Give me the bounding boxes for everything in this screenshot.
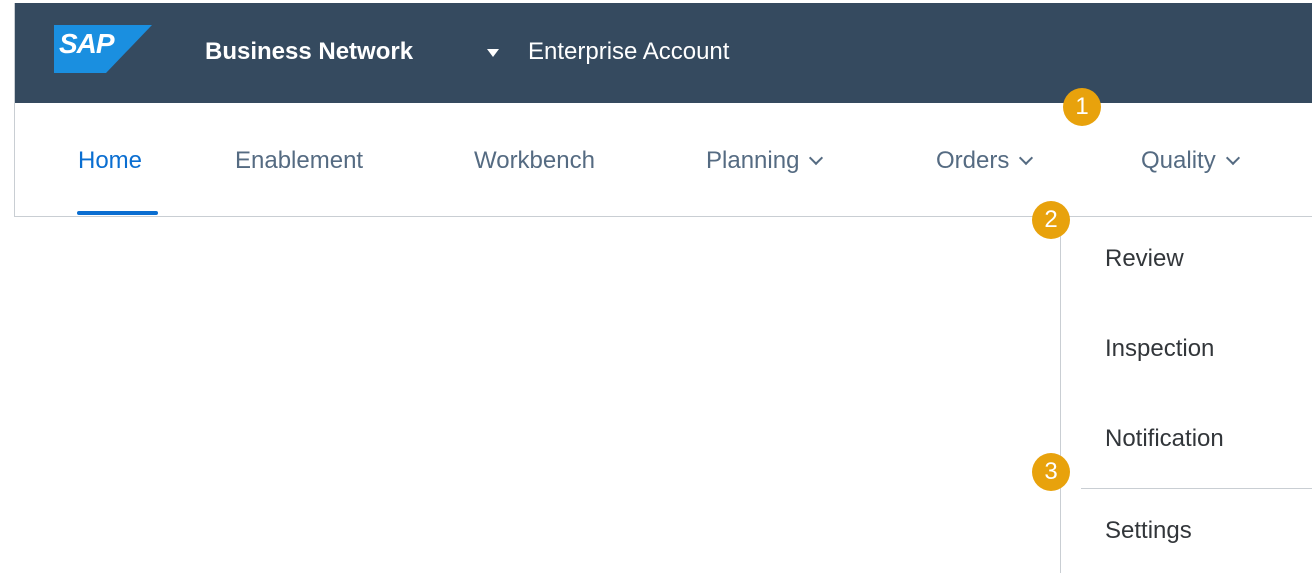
menu-item-notification[interactable]: Notification [1105,425,1224,453]
tab-workbench[interactable]: Workbench [474,147,595,175]
tab-planning-label: Planning [706,147,800,174]
main-navigation: Home Enablement Workbench Planning Order… [15,103,1312,216]
quality-dropdown-menu: Review Inspection Notification Settings [1060,218,1312,573]
tab-enablement-label: Enablement [235,147,364,174]
chevron-down-icon [1019,150,1034,166]
menu-separator [1081,488,1312,489]
tab-quality-label: Quality [1141,147,1216,174]
sap-logo-text: SAP [59,28,115,59]
account-name: Enterprise Account [528,38,730,65]
menu-item-review[interactable]: Review [1105,245,1184,273]
tab-orders[interactable]: Orders [936,147,1034,175]
sap-logo[interactable]: SAP [54,25,152,73]
step-marker-3: 3 [1032,453,1070,491]
tab-enablement[interactable]: Enablement [235,147,363,175]
menu-item-inspection[interactable]: Inspection [1105,335,1214,363]
tab-workbench-label: Workbench [474,147,595,174]
chevron-down-icon [1225,150,1240,166]
tab-home[interactable]: Home [78,147,142,175]
product-name[interactable]: Business Network [205,38,413,66]
tab-quality[interactable]: Quality [1141,147,1240,175]
tab-home-label: Home [78,147,143,174]
tab-planning[interactable]: Planning [706,147,824,175]
tab-orders-label: Orders [936,147,1010,174]
active-tab-indicator [77,211,158,215]
menu-item-settings[interactable]: Settings [1105,517,1192,545]
step-marker-1: 1 [1063,88,1101,126]
caret-down-icon[interactable] [487,49,499,57]
chevron-down-icon [809,150,824,166]
step-marker-2: 2 [1032,201,1070,239]
